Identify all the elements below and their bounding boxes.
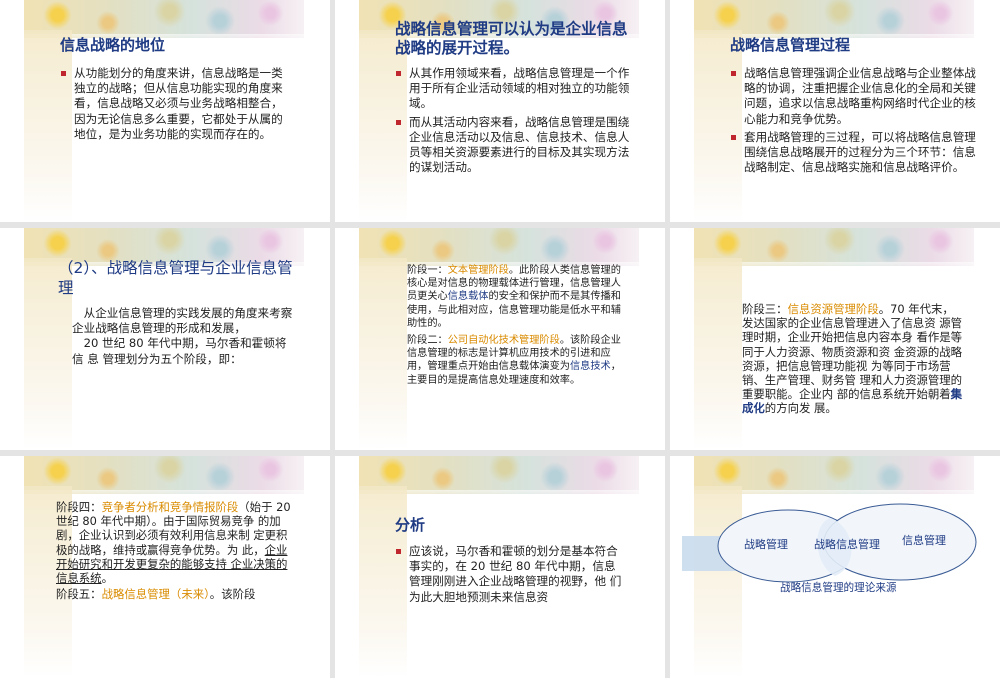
slide-title: 信息战略的地位 <box>60 36 166 54</box>
stage-label: 阶段三： <box>742 302 788 316</box>
stage-term: 公司自动化技术管理阶段 <box>447 335 560 347</box>
slide-title: 分析 <box>395 516 426 534</box>
highlight-term: 信息载体 <box>447 291 489 303</box>
slide-thumbnail-7[interactable]: 阶段四：竞争者分析和竞争情报阶段（始于 20 世纪 80 年代中期）。由于国际贸… <box>0 456 330 678</box>
highlight-term: 信息技术 <box>570 361 611 373</box>
venn-label-left: 战略管理 <box>744 538 788 551</box>
slide-thumbnail-5[interactable]: 阶段一：文本管理阶段。此阶段人类信息管理的核心是对信息的物理载体进行管理，信息管… <box>335 228 665 450</box>
paragraph-text: 20 世纪 80 年代中期，马尔香和霍顿将信 息 管理划分为五个阶段，即： <box>72 336 287 366</box>
stage-term: 战略信息管理（未来） <box>101 587 210 602</box>
stage-term: 信息资源管理阶段 <box>787 302 879 316</box>
venn-label-right: 信息管理 <box>902 534 946 547</box>
stage-four-paragraph: 阶段四：竞争者分析和竞争情报阶段（始于 20 世纪 80 年代中期）。由于国际贸… <box>56 500 296 585</box>
slide-thumbnail-8[interactable]: 分析 应该说，马尔香和霍顿的划分是基本符合事实的，在 20 世纪 80 年代中期… <box>335 456 665 678</box>
stage-label: 阶段二： <box>407 335 448 347</box>
stage-text: 。70 年代末，发达国家的企业信息管理进入了信息资 源管理时期，企业开始把信息内… <box>742 302 963 402</box>
slide-thumbnail-2[interactable]: 战略信息管理可以认为是企业信息战略的展开过程。 从其作用领域来看，战略信息管理是… <box>335 0 665 222</box>
stage-label: 阶段四： <box>56 500 102 514</box>
decorative-strip <box>359 258 407 450</box>
slide-thumbnail-9[interactable]: 战略管理 战略信息管理 信息管理 战略信息管理的理论来源 <box>670 456 1000 678</box>
bullet-text: 套用战略管理的三过程，可以将战略信息管理围绕信息战略展开的过程分为三个环节：信息… <box>730 130 976 176</box>
slide-thumbnail-1[interactable]: 信息战略的地位 从功能划分的角度来讲，信息战略是一类独立的战略；但从信息功能实现… <box>0 0 330 222</box>
slide-thumbnail-6[interactable]: 阶段三：信息资源管理阶段。70 年代末，发达国家的企业信息管理进入了信息资 源管… <box>670 228 1000 450</box>
stage-three-paragraph: 阶段三：信息资源管理阶段。70 年代末，发达国家的企业信息管理进入了信息资 源管… <box>742 302 964 416</box>
stage-term: 竞争者分析和竞争情报阶段 <box>101 500 239 514</box>
venn-label-center: 战略信息管理 <box>814 538 880 551</box>
slide-title: 战略信息管理过程 <box>730 36 851 54</box>
stage-one-paragraph: 阶段一：文本管理阶段。此阶段人类信息管理的核心是对信息的物理载体进行管理，信息管… <box>407 264 629 330</box>
stage-text: 。 <box>101 571 113 586</box>
stage-five-paragraph: 阶段五：战略信息管理（未来）。该阶段 <box>56 587 296 601</box>
slide-thumbnail-3[interactable]: 战略信息管理过程 战略信息管理强调企业信息战略与企业整体战略的协调，注重把握企业… <box>670 0 1000 222</box>
stage-text: 的方向发 展。 <box>764 401 837 416</box>
stage-label: 阶段五： <box>56 587 102 602</box>
bullet-text: 从其作用领域来看，战略信息管理是一个作用于所有企业活动领域的相对独立的功能领域。 <box>395 66 635 112</box>
decorative-strip <box>694 258 742 450</box>
bullet-text: 应该说，马尔香和霍顿的划分是基本符合事实的，在 20 世纪 80 年代中期，信息… <box>395 544 627 605</box>
bullet-text: 从功能划分的角度来讲，信息战略是一类独立的战略；但从信息功能实现的角度来看，信息… <box>60 66 290 142</box>
diagram-caption: 战略信息管理的理论来源 <box>780 582 897 594</box>
stage-term: 文本管理阶段 <box>447 265 509 276</box>
slide-thumbnail-4[interactable]: （2）、战略信息管理与企业信息管理 从企业信息管理的实践发展的角度来考察企业战略… <box>0 228 330 450</box>
stage-two-paragraph: 阶段二：公司自动化技术管理阶段。该阶段企业信息管理的标志是计算机应用技术的引进和… <box>407 334 629 387</box>
stage-label: 阶段一： <box>407 265 448 276</box>
paragraph-text: 从企业信息管理的实践发展的角度来考察企业战略信息管理的形成和发展， <box>72 306 293 336</box>
slide-title: 战略信息管理可以认为是企业信息战略的展开过程。 <box>395 20 628 57</box>
bullet-text: 战略信息管理强调企业信息战略与企业整体战略的协调，注重把握企业信息化的全局和关键… <box>730 66 976 127</box>
bullet-text: 而从其活动内容来看，战略信息管理是围绕企业信息活动以及信息、信息技术、信息人员等… <box>395 115 635 176</box>
slide-title: （2）、战略信息管理与企业信息管理 <box>58 259 293 297</box>
venn-diagram <box>682 503 977 583</box>
stage-text: 。该阶段 <box>209 587 256 602</box>
